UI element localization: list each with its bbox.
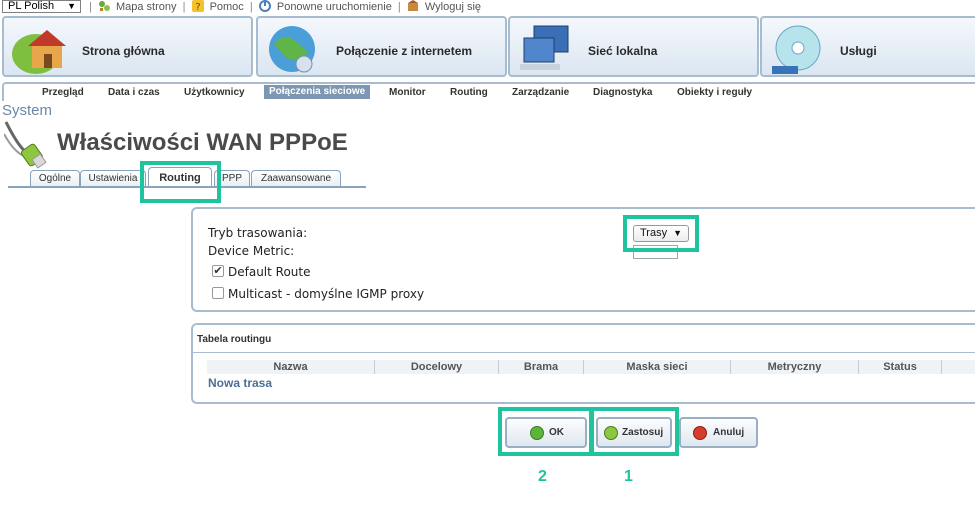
subnav-item-objects-rules[interactable]: Obiekty i reguły [677,87,752,98]
ok-button-label: OK [549,427,564,438]
help-icon: ? [191,0,204,12]
cancel-x-icon [693,426,707,440]
column-header-status[interactable]: Status [859,361,941,373]
multicast-igmp-checkbox[interactable] [212,287,224,299]
routing-mode-select[interactable]: Trasy ▼ [633,225,689,242]
nav-tile-lan[interactable]: Sieć lokalna [508,16,759,77]
language-select-value: PL Polish [8,0,55,12]
multicast-igmp-label: Multicast - domyślne IGMP proxy [228,287,425,301]
house-icon [12,30,66,74]
subnav-item-monitor[interactable]: Monitor [389,87,426,98]
device-metric-input[interactable] [633,245,678,259]
subnav-item-overview[interactable]: Przegląd [42,87,84,98]
apply-button[interactable]: Zastosuj [596,417,672,448]
sub-nav: Przegląd Data i czas Użytkownicy Połącze… [2,82,975,101]
chevron-down-icon: ▼ [673,228,682,238]
routing-table-title: Tabela routingu [197,334,272,345]
new-route-link[interactable]: Nowa trasa [208,376,272,390]
restart-icon [258,0,271,12]
tab-general[interactable]: Ogólne [30,170,80,187]
nav-tile-services[interactable]: Usługi [760,16,975,77]
cd-disc-icon [772,25,821,74]
routing-mode-value: Trasy [640,227,668,239]
apply-icon [604,426,618,440]
tab-routing[interactable]: Routing [148,167,212,188]
column-header-gateway[interactable]: Brama [499,361,583,373]
subnav-item-routing[interactable]: Routing [450,87,488,98]
subnav-item-date-time[interactable]: Data i czas [108,87,160,98]
routing-mode-label: Tryb trasowania: [208,226,308,240]
logout-link[interactable]: Wyloguj się [425,1,481,13]
top-links: | Mapa strony | ? Pomoc | Ponowne urucho… [89,0,482,13]
column-header-destination[interactable]: Docelowy [375,361,498,373]
section-label: System [2,102,53,119]
column-header-metric[interactable]: Metryczny [731,361,858,373]
device-metric-label: Device Metric: [208,244,295,258]
subnav-item-diagnostics[interactable]: Diagnostyka [593,87,652,98]
step-number-ok: 2 [538,468,547,485]
nav-tile-label: Połączenie z internetem [336,44,473,58]
default-route-checkbox[interactable]: ✔ [212,265,224,277]
page-title: Właściwości WAN PPPoE [57,129,348,156]
step-number-apply: 1 [624,468,633,485]
cancel-button-label: Anuluj [713,427,745,438]
nav-tile-label: Strona główna [82,44,165,58]
help-link[interactable]: Pomoc [210,1,244,13]
nav-tile-label: Sieć lokalna [588,44,658,58]
restart-link[interactable]: Ponowne uruchomienie [277,1,392,13]
nav-tile-home[interactable]: Strona główna [2,16,253,77]
sitemap-link[interactable]: Mapa strony [116,1,177,13]
tab-ppp[interactable]: PPP [214,170,250,187]
language-select[interactable]: PL Polish ▼ [2,0,81,13]
subnav-item-management[interactable]: Zarządzanie [512,87,569,98]
tab-advanced[interactable]: Zaawansowane [251,170,341,187]
sitemap-icon [98,1,110,11]
subnav-item-users[interactable]: Użytkownicy [184,87,245,98]
checkmark-icon: ✔ [213,265,223,277]
svg-text:?: ? [195,2,200,12]
divider [193,352,975,353]
nav-tile-label: Usługi [840,44,877,58]
default-route-label: Default Route [228,265,311,279]
nav-tile-internet[interactable]: Połączenie z internetem [256,16,507,77]
ok-button[interactable]: OK [505,417,587,448]
network-computers-icon [520,25,569,70]
logout-icon [407,0,418,11]
column-separator [941,360,942,374]
column-header-name[interactable]: Nazwa [207,361,374,373]
check-circle-icon [530,426,544,440]
tab-settings[interactable]: Ustawienia [80,170,146,187]
ethernet-cable-icon [4,121,47,169]
chevron-down-icon: ▼ [67,1,76,11]
subnav-item-network-connections[interactable]: Połączenia sieciowe [264,85,371,99]
globe-icon [269,26,315,73]
cancel-button[interactable]: Anuluj [679,417,758,448]
tab-bar-line [8,186,366,188]
column-header-netmask[interactable]: Maska sieci [584,361,730,373]
apply-button-label: Zastosuj [622,427,664,438]
